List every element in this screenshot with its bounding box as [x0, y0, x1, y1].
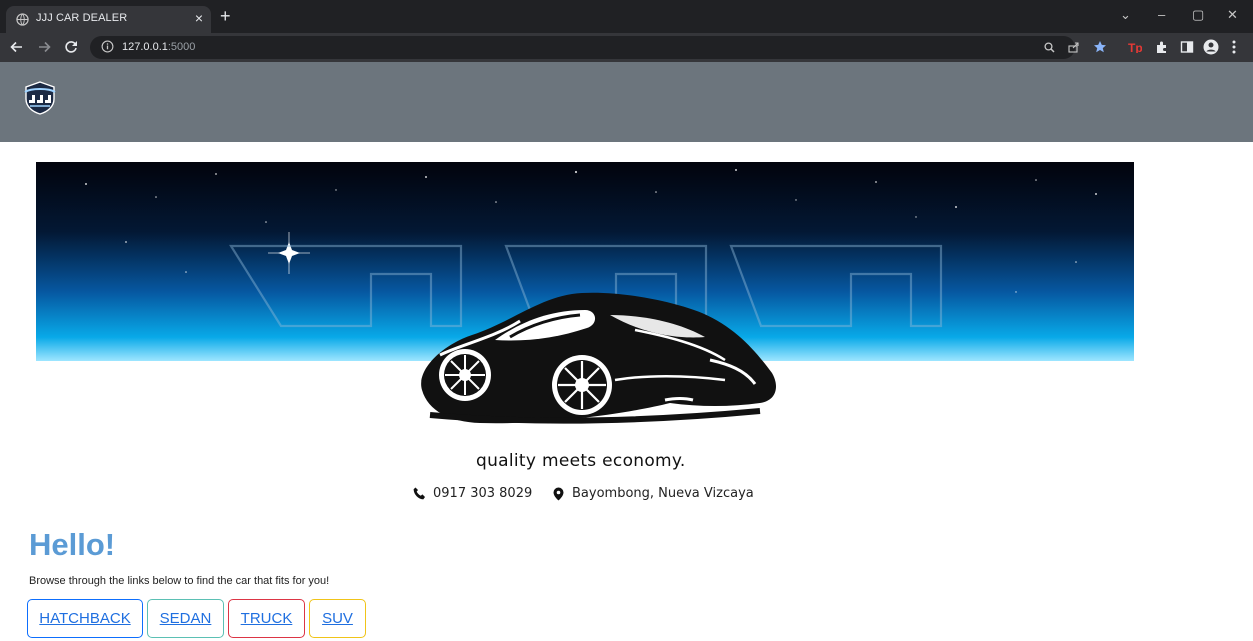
browser-tab-bar: JJJ CAR DEALER × + ⌄ – ▢ ✕ [0, 0, 1253, 33]
hatchback-button[interactable]: HATCHBACK [27, 599, 143, 638]
suv-button[interactable]: SUV [309, 599, 366, 638]
zoom-icon[interactable] [1044, 42, 1055, 53]
sedan-button[interactable]: SEDAN [147, 599, 224, 638]
site-navbar [0, 62, 1253, 142]
forward-arrow-icon[interactable] [38, 41, 51, 53]
info-icon[interactable] [101, 40, 114, 53]
url-port: :5000 [167, 41, 196, 53]
browser-tab[interactable]: JJJ CAR DEALER × [6, 6, 211, 33]
extensions-puzzle-icon[interactable] [1155, 40, 1169, 54]
url-text: 127.0.0.1:5000 [122, 41, 195, 53]
minimize-button[interactable]: – [1158, 7, 1165, 22]
close-window-button[interactable]: ✕ [1227, 7, 1238, 23]
intro-text: Browse through the links below to find t… [29, 575, 330, 587]
extension-tp-icon[interactable]: Tp [1128, 41, 1142, 53]
phone-number: 0917 303 8029 [433, 486, 533, 501]
reload-icon[interactable] [64, 40, 78, 54]
tab-close-button[interactable]: × [195, 10, 203, 26]
maximize-button[interactable]: ▢ [1192, 7, 1204, 23]
tab-search-button[interactable]: ⌄ [1120, 7, 1131, 23]
page-heading: Hello! [29, 527, 116, 562]
url-host: 127.0.0.1 [122, 41, 168, 53]
tab-title: JJJ CAR DEALER [36, 12, 128, 24]
jjj-logo[interactable] [22, 80, 58, 116]
bookmark-star-icon[interactable] [1093, 40, 1107, 54]
back-arrow-icon[interactable] [10, 41, 23, 53]
side-panel-icon[interactable] [1180, 40, 1194, 54]
new-tab-button[interactable]: + [220, 6, 231, 27]
browser-toolbar: 127.0.0.1:5000 Tp [0, 33, 1253, 62]
address-bar[interactable]: 127.0.0.1:5000 [90, 36, 1079, 59]
location-pin-icon [553, 487, 564, 501]
profile-avatar-icon[interactable] [1203, 39, 1219, 55]
truck-button[interactable]: TRUCK [228, 599, 305, 638]
globe-icon [16, 13, 29, 26]
menu-kebab-icon[interactable] [1232, 40, 1236, 54]
car-illustration [421, 292, 776, 424]
location-text: Bayombong, Nueva Vizcaya [572, 486, 754, 501]
phone-icon [413, 487, 425, 500]
svg-text:Tp: Tp [1128, 41, 1142, 53]
share-icon[interactable] [1068, 42, 1080, 53]
tagline: quality meets economy. [476, 451, 686, 471]
